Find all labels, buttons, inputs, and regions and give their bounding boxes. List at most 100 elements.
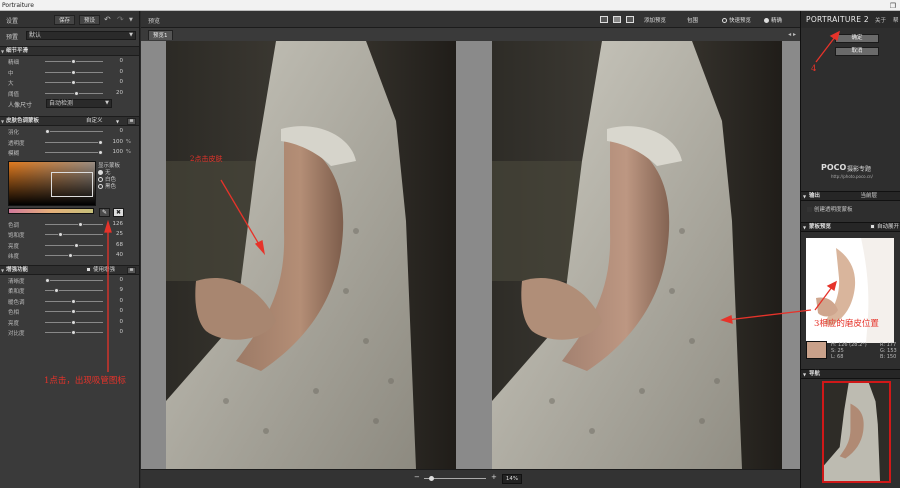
enhance-options-button[interactable]: ≡: [127, 266, 136, 274]
slider-value[interactable]: 0: [107, 69, 124, 75]
slider-thumb[interactable]: [73, 242, 79, 248]
slider-thumb[interactable]: [77, 221, 83, 227]
create-mask-checkbox[interactable]: 创建透明度蒙板: [807, 205, 853, 213]
compare-button[interactable]: 包围: [687, 16, 698, 24]
slider-thumb[interactable]: [71, 298, 76, 304]
slider-value[interactable]: 9: [107, 287, 124, 293]
slider-track[interactable]: [45, 255, 103, 256]
slider-value[interactable]: 40: [107, 252, 123, 258]
slider-track[interactable]: [45, 141, 103, 143]
fine-preview-radio[interactable]: 精确: [764, 16, 782, 24]
skin-color-picker[interactable]: [8, 160, 96, 206]
checkbox-icon: [807, 207, 812, 212]
auto-expand-checkbox[interactable]: 自动展开: [869, 223, 899, 232]
eyedropper-icon[interactable]: ✎: [99, 207, 110, 217]
window-titlebar: Portraiture ❐: [0, 0, 900, 11]
mask-preview-section-header[interactable]: ▼ 蒙板预览 自动展开: [801, 222, 900, 232]
output-target[interactable]: 当前层: [860, 192, 877, 201]
enhance-section-title: 增强功能: [6, 266, 29, 273]
about-button[interactable]: 关于: [875, 16, 886, 24]
quick-preview-radio[interactable]: 快速预览: [722, 16, 751, 24]
slider-thumb[interactable]: [71, 59, 76, 64]
slider-value[interactable]: 25: [107, 231, 123, 237]
checkbox-icon: [869, 224, 875, 229]
slider-value[interactable]: 0: [107, 298, 124, 304]
skin-hue-bar[interactable]: [8, 207, 94, 214]
mask-options-button[interactable]: ≡: [127, 118, 136, 125]
side-by-side-view-icon[interactable]: [626, 16, 634, 23]
slider-thumb[interactable]: [68, 253, 74, 258]
slider-value[interactable]: 0: [107, 79, 124, 85]
eyedropper-active-icon[interactable]: ✖: [113, 207, 124, 217]
slider-thumb[interactable]: [71, 80, 76, 85]
annotation-step-2: 2点击皮肤: [190, 155, 223, 163]
save-button[interactable]: 保存: [54, 15, 76, 25]
slider-thumb[interactable]: [53, 288, 59, 293]
slider-thumb[interactable]: [98, 139, 104, 145]
cancel-button[interactable]: 取消: [835, 47, 879, 56]
slider-thumb[interactable]: [98, 150, 104, 155]
slider-value[interactable]: 126: [107, 221, 124, 227]
single-view-icon[interactable]: [600, 16, 608, 23]
slider-track[interactable]: [45, 279, 103, 281]
original-photo[interactable]: [166, 41, 456, 469]
slider-value[interactable]: 0: [107, 329, 124, 335]
output-section-header[interactable]: ▼ 输出 当前层: [801, 191, 900, 201]
preset-select[interactable]: 默认 ▼: [26, 31, 136, 40]
slider-value[interactable]: 68: [107, 242, 123, 248]
slider-thumb[interactable]: [71, 319, 76, 325]
mask-option-white[interactable]: 白色: [98, 175, 120, 183]
mask-option-black[interactable]: 黑色: [98, 182, 120, 190]
slider-track[interactable]: [45, 152, 103, 153]
slider-thumb[interactable]: [73, 90, 79, 96]
slider-value[interactable]: 100: [107, 139, 124, 145]
chevron-down-icon[interactable]: ▼: [116, 117, 119, 126]
split-view-icon[interactable]: [613, 16, 621, 23]
slider-value[interactable]: 20: [107, 90, 123, 96]
slider-thumb[interactable]: [71, 69, 76, 75]
zoom-out-icon[interactable]: −: [414, 473, 420, 481]
enhance-section-header[interactable]: ▼ 增强功能 使用增强 ≡: [0, 264, 139, 275]
slider-row: 暖色调 0: [0, 296, 139, 307]
slider-thumb[interactable]: [71, 309, 76, 314]
preset-button[interactable]: 预设: [79, 15, 101, 25]
zoom-in-icon[interactable]: +: [491, 473, 497, 481]
redo-icon[interactable]: ↷: [117, 15, 124, 25]
slider-thumb[interactable]: [71, 330, 76, 335]
undo-icon[interactable]: ↶: [104, 15, 111, 25]
detail-section-header[interactable]: ▼ 细节平滑: [0, 46, 139, 56]
slider-value[interactable]: 100: [107, 149, 124, 155]
use-enhance-checkbox[interactable]: 使用增强: [86, 266, 115, 275]
slider-value[interactable]: 0: [107, 128, 124, 134]
preview-divider[interactable]: [456, 41, 492, 469]
add-preview-button[interactable]: 添加预览: [644, 16, 666, 24]
chevron-down-icon: ▼: [105, 100, 109, 106]
chevron-down-icon[interactable]: ▼: [129, 15, 133, 25]
preset-value: 默认: [29, 32, 42, 39]
skin-mask-mode[interactable]: 自定义: [86, 117, 103, 126]
slider-value[interactable]: 0: [107, 308, 124, 314]
ok-button[interactable]: 确定: [835, 34, 879, 43]
zoom-slider-thumb[interactable]: [429, 476, 434, 481]
zoom-level[interactable]: 14%: [502, 474, 522, 484]
slider-value[interactable]: 0: [107, 277, 124, 283]
navigator-section-header[interactable]: ▼ 导航: [801, 369, 900, 379]
help-button[interactable]: 帮: [893, 16, 899, 24]
slider-thumb[interactable]: [58, 232, 64, 237]
slider-value[interactable]: 0: [107, 319, 124, 325]
mask-option-none[interactable]: 无: [98, 168, 120, 176]
slider-thumb[interactable]: [44, 277, 50, 283]
portrait-size-select[interactable]: 自动检测 ▼: [46, 99, 112, 108]
slider-value[interactable]: 0: [107, 58, 124, 64]
skin-mask-section-header[interactable]: ▼ 皮肤色调蒙板 自定义 ▼ ≡: [0, 116, 139, 126]
slider-thumb[interactable]: [44, 129, 50, 134]
navigator-thumbnail[interactable]: [822, 381, 891, 483]
slider-track[interactable]: [45, 234, 103, 235]
tab-preview-1[interactable]: 预览1: [148, 30, 173, 40]
slider-track[interactable]: [45, 223, 103, 225]
slider-track[interactable]: [45, 131, 103, 132]
mask-option-black-label: 黑色: [105, 183, 117, 190]
processed-photo[interactable]: [492, 41, 782, 469]
tab-scroll-arrows-icon[interactable]: ◂ ▸: [788, 31, 796, 38]
skin-color-range-box[interactable]: [51, 171, 93, 197]
